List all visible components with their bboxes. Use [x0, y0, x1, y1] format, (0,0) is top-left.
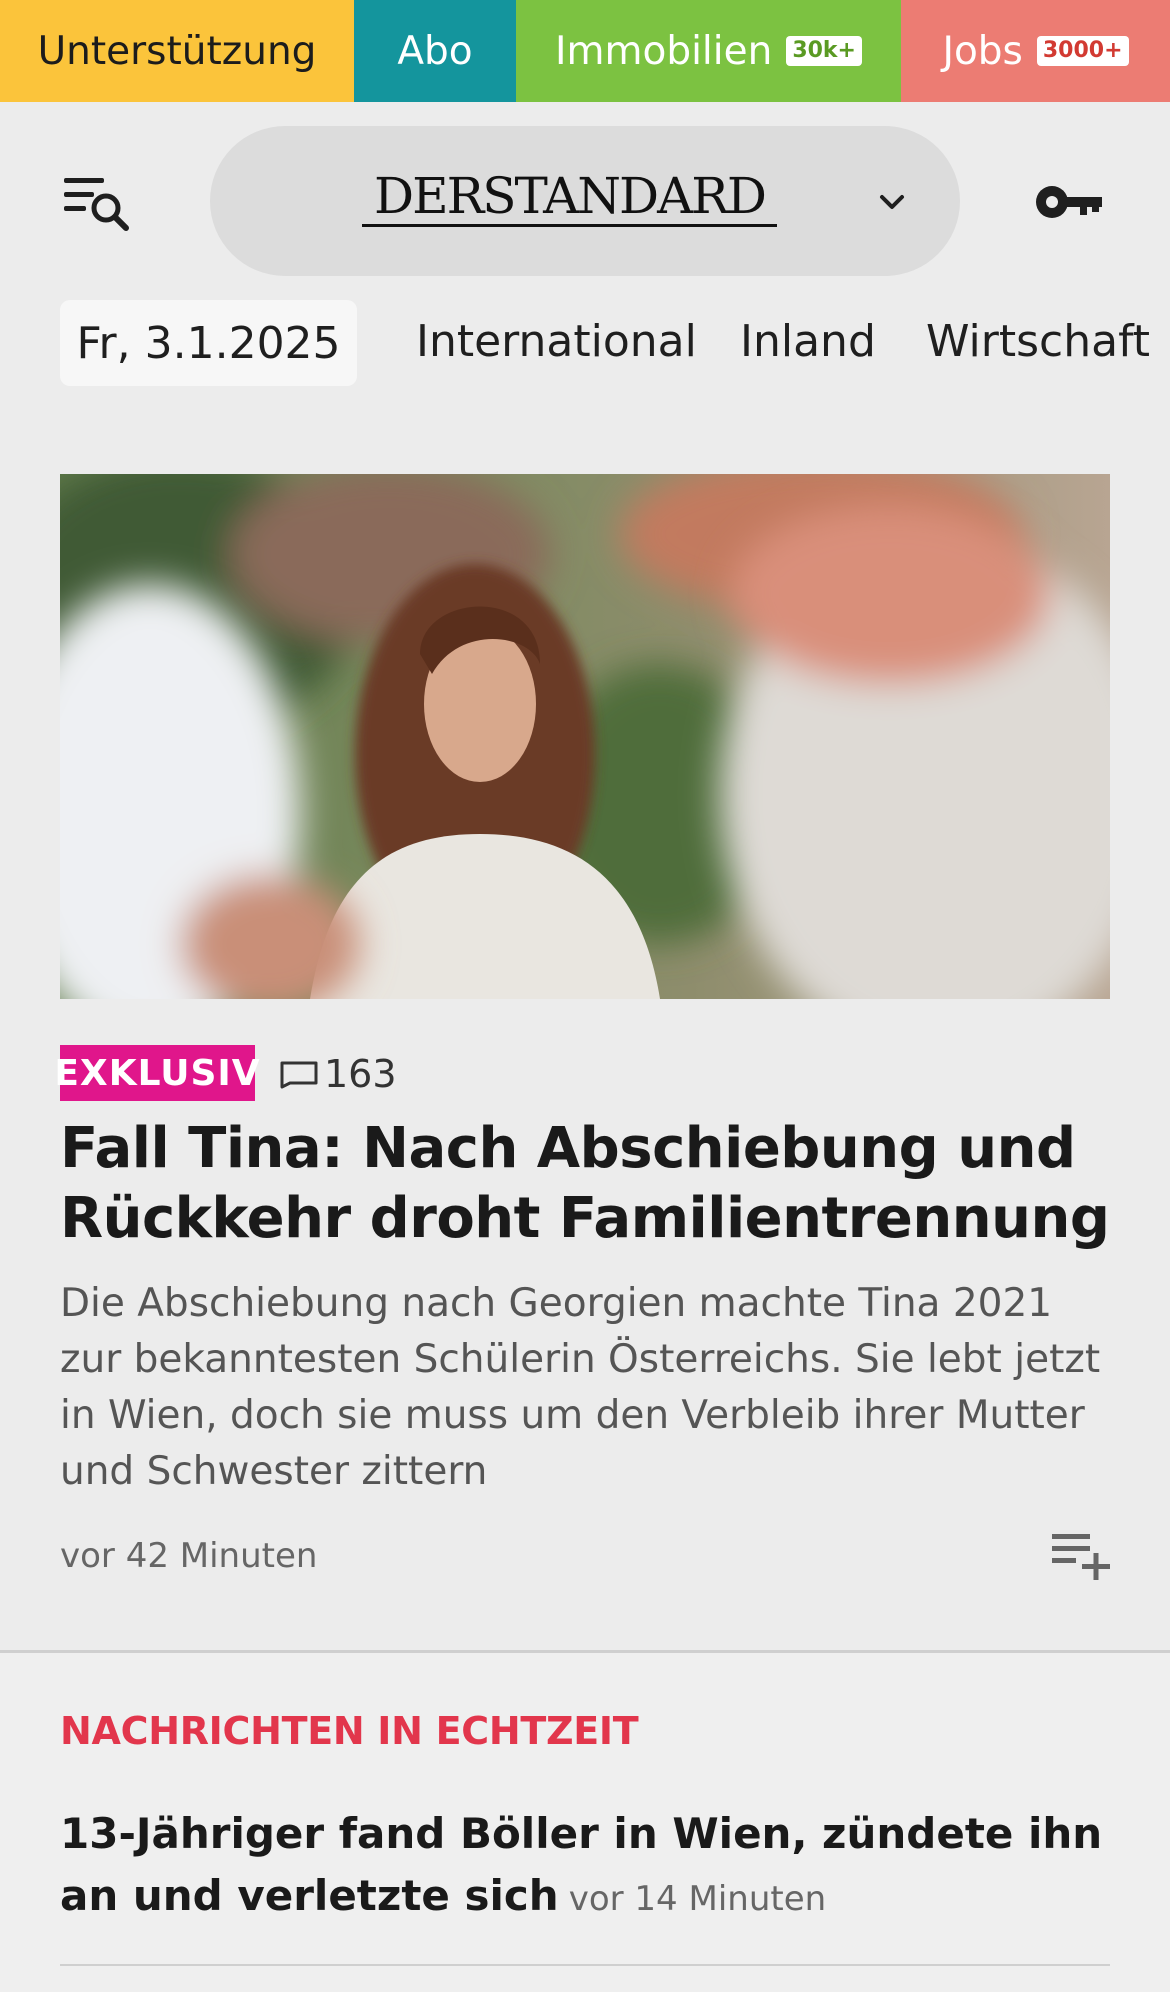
- playlist-add-icon: [1052, 1534, 1110, 1580]
- menu-search-button[interactable]: [62, 172, 142, 236]
- hero-photo: [60, 474, 1110, 999]
- add-to-reading-list-button[interactable]: [1050, 1530, 1112, 1582]
- immobilien-label: Immobilien: [554, 28, 773, 74]
- site-logo[interactable]: DERSTANDARD: [362, 168, 777, 227]
- login-button[interactable]: [1034, 180, 1104, 224]
- article-timestamp: vor 42 Minuten: [60, 1536, 318, 1576]
- nav-item-inland[interactable]: Inland: [740, 316, 876, 367]
- live-news-item[interactable]: 13-Jähriger fand Böller in Wien, zündete…: [60, 1803, 1120, 1930]
- logo-edition-switcher[interactable]: DERSTANDARD: [210, 126, 960, 276]
- jobs-count-badge: 3000+: [1036, 36, 1129, 66]
- service-bar: Unterstützung Abo Immobilien 30k+ Jobs 3…: [0, 0, 1170, 102]
- chevron-down-icon: [880, 195, 904, 209]
- immobilien-link[interactable]: Immobilien 30k+: [516, 0, 901, 102]
- jobs-label: Jobs: [942, 28, 1023, 74]
- article-teaser[interactable]: Die Abschiebung nach Georgien machte Tin…: [60, 1276, 1120, 1500]
- comment-count[interactable]: 163: [278, 1046, 397, 1102]
- site-header: DERSTANDARD: [0, 102, 1170, 298]
- immobilien-count-badge: 30k+: [786, 36, 862, 66]
- article-headline[interactable]: Fall Tina: Nach Abschiebung und Rückkehr…: [60, 1114, 1120, 1254]
- article-hero-image[interactable]: [60, 474, 1110, 999]
- key-icon: [1036, 186, 1102, 218]
- support-link[interactable]: Unterstützung: [0, 0, 354, 102]
- menu-search-icon: [64, 178, 129, 231]
- comment-icon: [280, 1061, 318, 1089]
- nav-item-international[interactable]: International: [416, 316, 697, 367]
- live-news-divider: [60, 1964, 1110, 1966]
- support-label: Unterstützung: [37, 28, 317, 74]
- abo-link[interactable]: Abo: [354, 0, 516, 102]
- live-news-heading[interactable]: NACHRICHTEN IN ECHTZEIT: [60, 1709, 639, 1753]
- section-nav: Fr, 3.1.2025 International Inland Wirtsc…: [0, 298, 1170, 390]
- jobs-link[interactable]: Jobs 3000+: [901, 0, 1170, 102]
- comment-count-value: 163: [324, 1052, 397, 1096]
- live-news-time: vor 14 Minuten: [568, 1879, 827, 1919]
- abo-label: Abo: [397, 28, 473, 74]
- nav-item-wirtschaft[interactable]: Wirtschaft: [926, 316, 1150, 367]
- exklusiv-badge: EXKLUSIV: [54, 1045, 260, 1101]
- live-news-section: NACHRICHTEN IN ECHTZEIT 13-Jähriger fand…: [0, 1653, 1170, 1992]
- date-chip[interactable]: Fr, 3.1.2025: [60, 300, 357, 386]
